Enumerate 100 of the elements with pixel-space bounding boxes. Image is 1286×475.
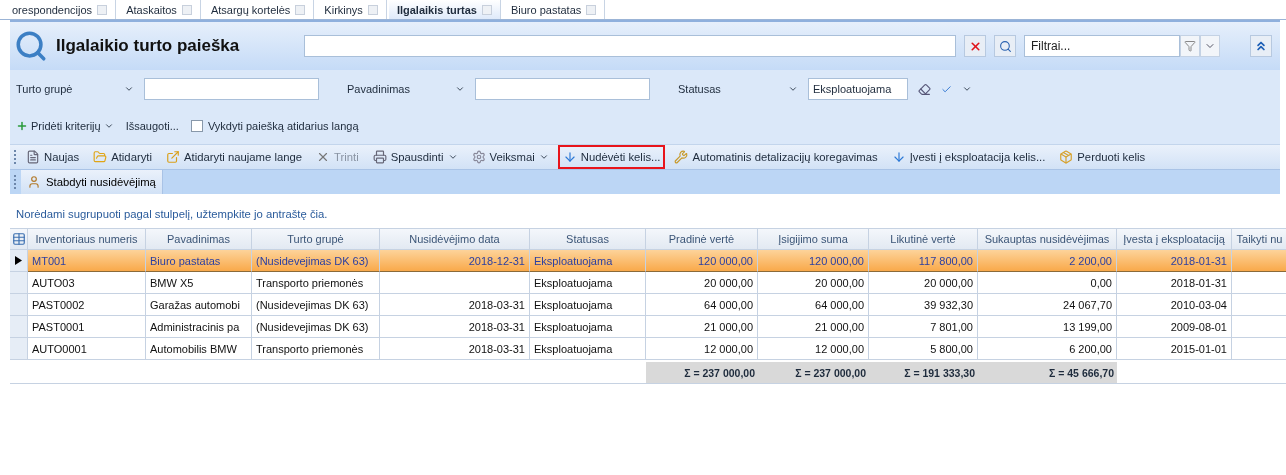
folder-icon	[93, 150, 108, 164]
table-cell: 21 000,00	[758, 316, 869, 338]
table-cell: 20 000,00	[646, 272, 758, 294]
table-cell: 120 000,00	[758, 250, 869, 272]
wrench-icon	[674, 150, 689, 164]
add-criterion-button[interactable]: Pridėti kriterijų	[16, 120, 114, 132]
table-cell: Eksploatuojama	[530, 338, 646, 360]
criterion-field[interactable]	[475, 78, 650, 100]
table-cell: (Nusidevejimas DK 63)	[252, 250, 380, 272]
filter-field[interactable]: Filtrai...	[1024, 35, 1180, 57]
column-header[interactable]: Likutinė vertė	[869, 228, 978, 250]
filter-button[interactable]	[1180, 35, 1200, 57]
table-cell: 64 000,00	[646, 294, 758, 316]
total-cell: Σ = 191 333,30	[869, 362, 978, 384]
row-header[interactable]	[10, 250, 28, 272]
arrow-down-icon	[562, 150, 577, 164]
table-cell: 2018-12-31	[380, 250, 530, 272]
table-cell: 12 000,00	[758, 338, 869, 360]
search-icon	[14, 29, 48, 63]
toolbar-button[interactable]: Nudėvėti kelis...	[557, 145, 666, 169]
table-cell: AUTO0001	[28, 338, 146, 360]
column-header[interactable]: Statusas	[530, 228, 646, 250]
table-cell: 2015-01-01	[1117, 338, 1232, 360]
toolbar-button[interactable]: Perduoti kelis	[1054, 145, 1151, 169]
dropdown-icon	[455, 84, 465, 94]
page-title: Ilgalaikio turto paieška	[56, 36, 241, 56]
collapse-button[interactable]	[1250, 35, 1272, 57]
table-cell: 7 801,00	[869, 316, 978, 338]
table-cell: 2 200,00	[978, 250, 1117, 272]
document-icon	[26, 150, 40, 164]
table-cell: MT001	[28, 250, 146, 272]
toolbar-button[interactable]: Automatinis detalizacijų koregavimas	[669, 145, 883, 169]
table-cell: 39 932,30	[869, 294, 978, 316]
criterion-label[interactable]: Statusas	[678, 83, 798, 95]
save-button[interactable]: Išsaugoti...	[125, 120, 179, 132]
column-header[interactable]: Sukauptas nusidėvėjimas	[978, 228, 1117, 250]
criterion-field[interactable]: Eksploatuojama	[808, 78, 908, 100]
column-header[interactable]: Įvesta į eksploataciją	[1117, 228, 1232, 250]
toolbar-button[interactable]: Naujas	[21, 145, 85, 169]
table-cell: Transporto priemonės	[252, 338, 380, 360]
column-header[interactable]: Turto grupė	[252, 228, 380, 250]
table-cell: (Nusidevejimas DK 63)	[252, 316, 380, 338]
table-cell: PAST0001	[28, 316, 146, 338]
eraser-icon[interactable]	[918, 82, 931, 96]
table-cell: BMW X5	[146, 272, 252, 294]
column-header[interactable]: Inventoriaus numeris	[28, 228, 146, 250]
table-cell: 120 000,00	[646, 250, 758, 272]
table-cell: Eksploatuojama	[530, 316, 646, 338]
column-header[interactable]: Pradinė vertė	[646, 228, 758, 250]
column-header[interactable]: Taikyti nu	[1232, 228, 1286, 250]
document-tab[interactable]: Ilgalaikis turtas	[388, 0, 501, 19]
person-icon	[27, 175, 41, 189]
column-header[interactable]: Nusidėvėjimo data	[380, 228, 530, 250]
table-cell: PAST0002	[28, 294, 146, 316]
gear-icon	[471, 150, 486, 164]
table-cell: 20 000,00	[869, 272, 978, 294]
toolbar-button[interactable]: Atidaryti naujame lange	[161, 145, 308, 169]
package-icon	[1059, 150, 1074, 164]
table-cell: 24 067,70	[978, 294, 1117, 316]
table-cell: 20 000,00	[758, 272, 869, 294]
column-header[interactable]: Pavadinimas	[146, 228, 252, 250]
toolbar-button[interactable]: Veiksmai	[466, 145, 554, 169]
dropdown-button[interactable]	[1200, 35, 1220, 57]
criterion-field[interactable]	[144, 78, 319, 100]
toolbar-button[interactable]: Atidaryti	[88, 145, 157, 169]
table-cell: AUTO03	[28, 272, 146, 294]
table-cell: Eksploatuojama	[530, 294, 646, 316]
check-icon[interactable]	[941, 83, 952, 95]
table-cell: 117 800,00	[869, 250, 978, 272]
table-cell: 2018-03-31	[380, 338, 530, 360]
row-pointer-icon	[15, 256, 22, 265]
column-header[interactable]: Įsigijimo suma	[758, 228, 869, 250]
stop-depreciation-button[interactable]: Stabdyti nusidėvėjimą	[21, 170, 163, 194]
toolbar-button[interactable]: Įvesti į eksploatacija kelis...	[886, 145, 1051, 169]
table-cell: 13 199,00	[978, 316, 1117, 338]
table-cell: Biuro pastatas	[146, 250, 252, 272]
table-cell: 2010-03-04	[1117, 294, 1232, 316]
group-hint: Norėdami sugrupuoti pagal stulpelį, užtempkite jo antraštę čia.	[15, 207, 329, 222]
table-cell: 6 200,00	[978, 338, 1117, 360]
criterion-label[interactable]: Turto grupė	[16, 83, 134, 95]
run-on-open-checkbox[interactable]: Vykdyti paiešką atidarius langą	[190, 120, 359, 132]
dropdown-icon[interactable]	[962, 84, 972, 94]
search-field[interactable]	[304, 35, 956, 57]
total-cell: Σ = 45 666,70	[978, 362, 1117, 384]
plus-icon	[16, 120, 28, 132]
table-cell	[1232, 250, 1286, 272]
total-cell: Σ = 237 000,00	[646, 362, 758, 384]
criterion-label[interactable]: Pavadinimas	[347, 83, 465, 95]
table-cell: 21 000,00	[646, 316, 758, 338]
toolbar-button[interactable]: Spausdinti	[367, 145, 463, 169]
printer-icon	[372, 150, 387, 164]
table-cell: 2009-08-01	[1117, 316, 1232, 338]
table-cell: Automobilis BMW	[146, 338, 252, 360]
clear-button[interactable]	[964, 35, 986, 57]
dropdown-icon	[103, 121, 114, 131]
search-button[interactable]	[994, 35, 1016, 57]
table-cell: Eksploatuojama	[530, 250, 646, 272]
table-cell: Transporto priemonės	[252, 272, 380, 294]
table-cell: (Nusidevejimas DK 63)	[252, 294, 380, 316]
grid-icon	[11, 232, 26, 246]
